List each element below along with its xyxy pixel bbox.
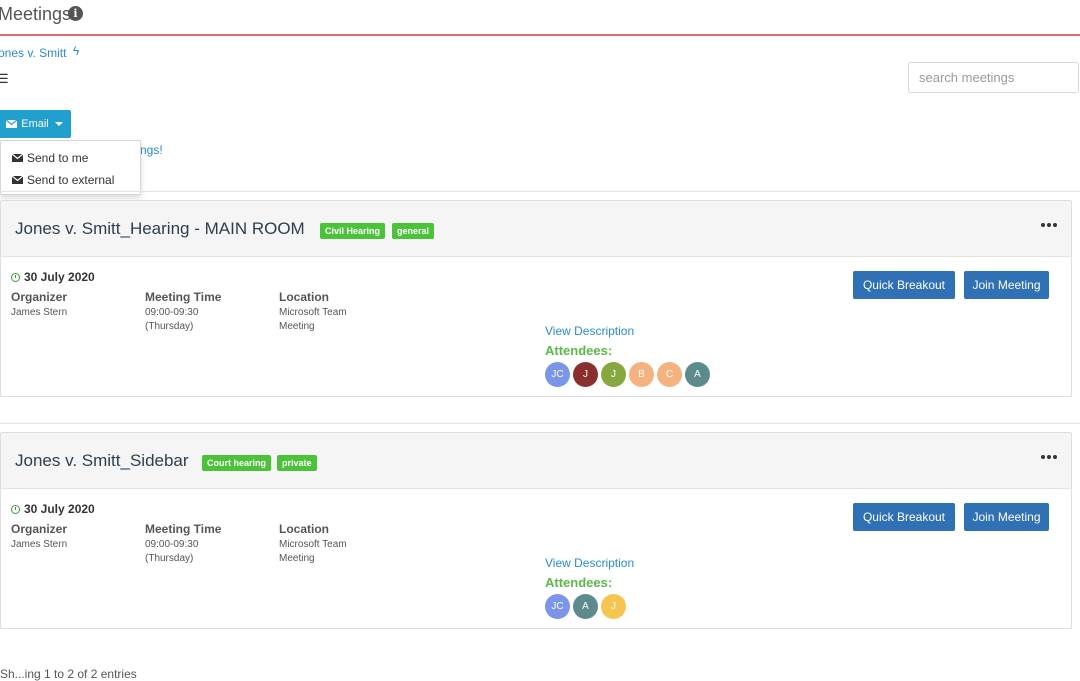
avatar[interactable]: A <box>573 594 598 619</box>
divider <box>0 423 1080 424</box>
attendees-label: Attendees: <box>545 343 613 358</box>
meeting-day: (Thursday) <box>145 553 194 564</box>
quick-breakout-button[interactable]: Quick Breakout <box>853 271 955 299</box>
avatar[interactable]: J <box>601 594 626 619</box>
attendee-list: JC J J B C A <box>545 362 710 387</box>
location-label: Location <box>279 290 329 304</box>
avatar[interactable]: J <box>573 362 598 387</box>
envelope-icon <box>6 120 18 128</box>
page-title: Meetings <box>0 4 72 24</box>
join-meeting-button[interactable]: Join Meeting <box>964 503 1049 531</box>
meeting-time-value: 09:00-09:30 (Thursday) <box>145 306 198 334</box>
meeting-date: 30 July 2020 <box>11 502 95 516</box>
meeting-date: 30 July 2020 <box>11 270 95 284</box>
meeting-card-header: Jones v. Smitt_Sidebar Court hearing pri… <box>1 433 1071 489</box>
meeting-card-header: Jones v. Smitt_Hearing - MAIN ROOM Civil… <box>1 201 1071 257</box>
avatar[interactable]: J <box>601 362 626 387</box>
view-description-link[interactable]: View Description <box>545 556 634 570</box>
partially-hidden-link[interactable]: ngs! <box>140 143 163 157</box>
clock-icon <box>11 504 20 514</box>
menu-item-label: Send to me <box>27 151 89 165</box>
avatar[interactable]: B <box>629 362 654 387</box>
meeting-card: Jones v. Smitt_Hearing - MAIN ROOM Civil… <box>0 200 1072 397</box>
meeting-tag: general <box>392 223 435 239</box>
envelope-icon <box>12 176 23 184</box>
clock-icon <box>11 272 20 282</box>
quick-breakout-button[interactable]: Quick Breakout <box>853 503 955 531</box>
meeting-tag: private <box>277 455 317 471</box>
meeting-title: Jones v. Smitt_Sidebar <box>15 451 189 470</box>
organizer-value: James Stern <box>11 307 68 318</box>
location-line: Meeting <box>279 321 315 332</box>
location-line: Microsoft Team <box>279 307 347 318</box>
email-dropdown-menu: Send to me Send to external <box>0 140 141 195</box>
location-line: Meeting <box>279 553 315 564</box>
join-meeting-button[interactable]: Join Meeting <box>964 271 1049 299</box>
avatar[interactable]: JC <box>545 362 570 387</box>
search-input[interactable] <box>909 63 1078 92</box>
more-icon[interactable] <box>1041 455 1057 459</box>
meeting-card: Jones v. Smitt_Sidebar Court hearing pri… <box>0 432 1072 629</box>
meeting-time: 09:00-09:30 <box>145 307 199 318</box>
settings-icon[interactable]: ☰ <box>0 71 9 87</box>
meeting-time: 09:00-09:30 <box>145 539 199 550</box>
menu-item-label: Send to external <box>27 173 115 187</box>
email-button[interactable]: Email <box>0 110 71 138</box>
chevron-down-icon <box>54 122 63 126</box>
view-description-link[interactable]: View Description <box>545 324 634 338</box>
avatar[interactable]: A <box>685 362 710 387</box>
email-button-label: Email <box>21 118 49 130</box>
attendees-label: Attendees: <box>545 575 613 590</box>
organizer-label: Organizer <box>11 522 68 536</box>
more-icon[interactable] <box>1041 223 1057 227</box>
meeting-time-label: Meeting Time <box>145 522 222 536</box>
avatar[interactable]: C <box>657 362 682 387</box>
location-line: Microsoft Team <box>279 539 347 550</box>
meeting-date-text: 30 July 2020 <box>24 502 95 516</box>
page-header <box>0 0 1080 36</box>
envelope-icon <box>12 154 23 162</box>
meeting-tag: Court hearing <box>202 455 272 471</box>
info-icon[interactable]: i <box>68 6 83 21</box>
divider <box>0 191 1080 192</box>
menu-item-send-to-external[interactable]: Send to external <box>12 173 114 187</box>
meeting-time-label: Meeting Time <box>145 290 222 304</box>
meeting-date-text: 30 July 2020 <box>24 270 95 284</box>
meeting-day: (Thursday) <box>145 321 194 332</box>
meeting-time-value: 09:00-09:30 (Thursday) <box>145 538 198 566</box>
location-label: Location <box>279 522 329 536</box>
breadcrumb-link[interactable]: ones v. Smitt <box>0 46 66 60</box>
meeting-tag: Civil Hearing <box>320 223 386 239</box>
search-box <box>908 62 1079 93</box>
organizer-value: James Stern <box>11 539 68 550</box>
location-value: Microsoft Team Meeting <box>279 306 347 334</box>
location-value: Microsoft Team Meeting <box>279 538 347 566</box>
meeting-title: Jones v. Smitt_Hearing - MAIN ROOM <box>15 219 305 238</box>
bolt-icon[interactable]: ϟ <box>73 44 79 58</box>
avatar[interactable]: JC <box>545 594 570 619</box>
attendee-list: JC A J <box>545 594 626 619</box>
menu-item-send-to-me[interactable]: Send to me <box>12 151 88 165</box>
organizer-label: Organizer <box>11 290 68 304</box>
pagination-info: Sh...ing 1 to 2 of 2 entries <box>0 667 137 681</box>
